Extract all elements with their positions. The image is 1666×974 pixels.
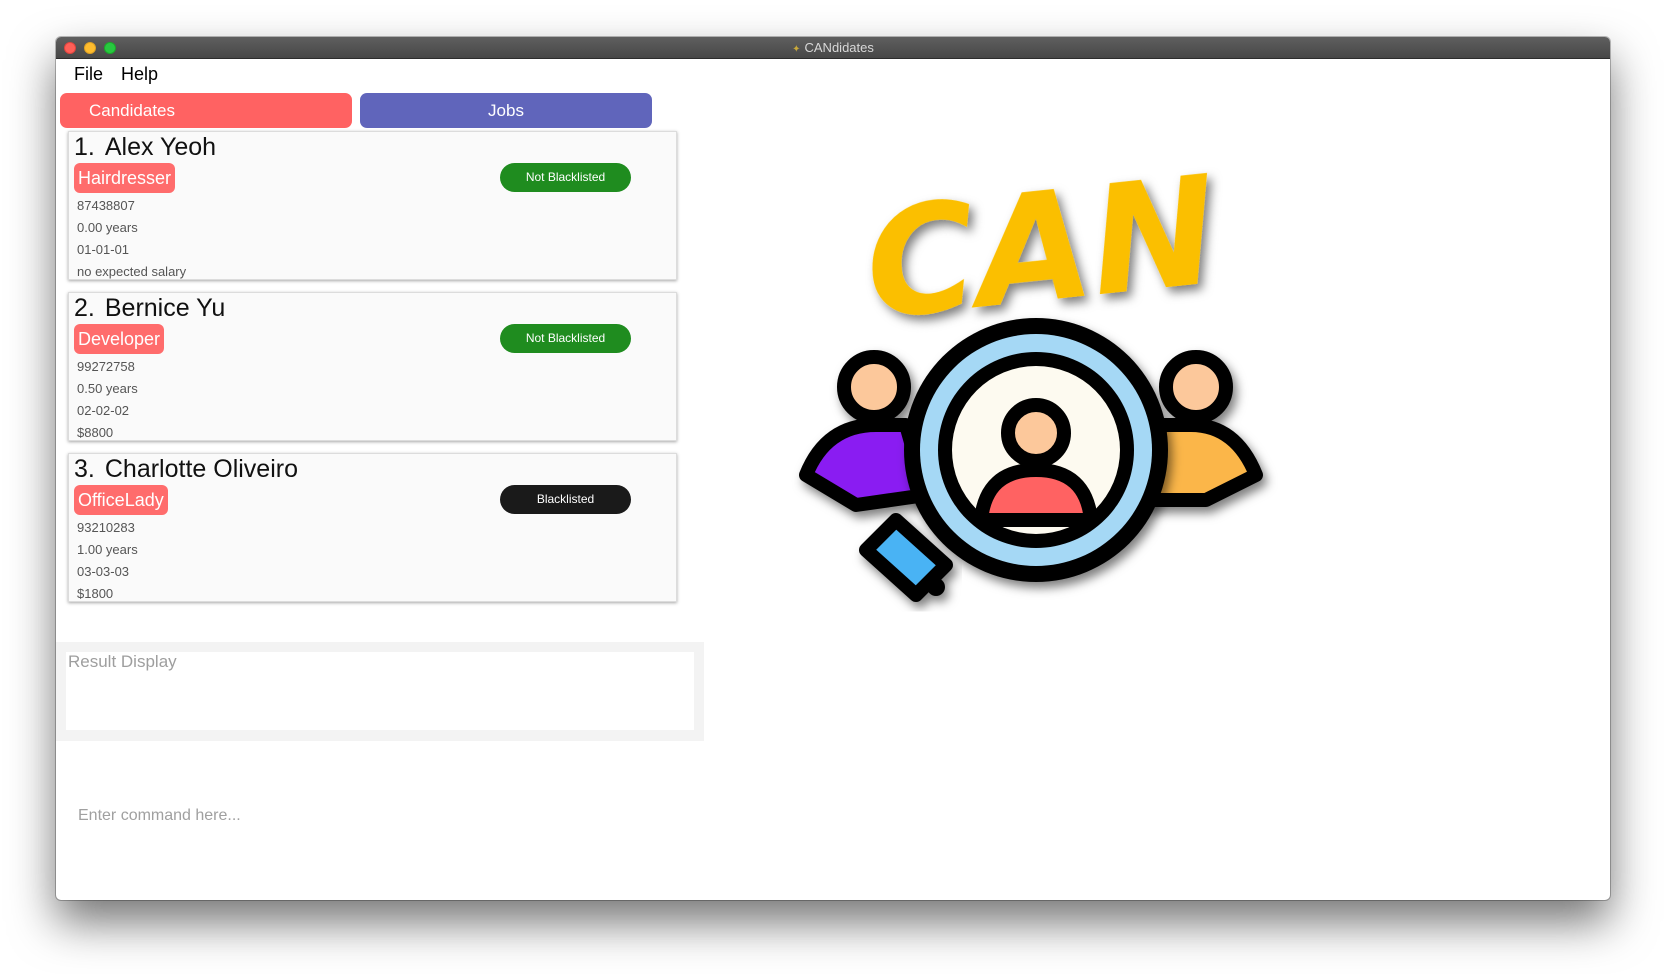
candidate-card[interactable]: 2. Bernice Yu Developer 99272758 0.50 yea… <box>68 292 677 441</box>
candidate-salary: no expected salary <box>77 264 187 279</box>
window-title: ✦ CANdidates <box>56 40 1610 55</box>
tab-candidates[interactable]: Candidates <box>60 93 352 128</box>
candidate-phone: 93210283 <box>77 520 135 535</box>
tab-jobs[interactable]: Jobs <box>360 93 652 128</box>
candidate-experience: 0.00 years <box>77 220 138 235</box>
magnifier-icon <box>904 318 1168 582</box>
candidate-date: 03-03-03 <box>77 564 130 579</box>
candidate-name-text: Bernice Yu <box>104 294 226 322</box>
blacklist-status-badge: Blacklisted <box>500 485 631 514</box>
blacklist-status-badge: Not Blacklisted <box>500 324 631 353</box>
candidate-index: 2. <box>74 294 95 322</box>
result-display-panel: Result Display <box>56 642 704 741</box>
candidate-date: 02-02-02 <box>77 403 130 418</box>
candidate-experience: 0.50 years <box>77 381 138 396</box>
candidate-phone: 87438807 <box>77 198 135 213</box>
title-bar: ✦ CANdidates <box>56 37 1610 59</box>
app-logo-icon: ✦ <box>792 44 801 55</box>
candidate-index: 3. <box>74 455 95 483</box>
candidate-name-text: Charlotte Oliveiro <box>104 455 298 483</box>
candidate-salary: $1800 <box>77 586 114 601</box>
app-window: ✦ CANdidates File Help Candidates Jobs 1.… <box>56 37 1610 900</box>
candidate-name-text: Alex Yeoh <box>104 133 217 161</box>
blacklist-status-badge: Not Blacklisted <box>500 163 631 192</box>
result-display-placeholder: Result Display <box>68 652 177 671</box>
candidate-name: 2. Bernice Yu <box>74 294 225 323</box>
app-logo-icon: CAN <box>799 144 1263 602</box>
job-tag: Developer <box>74 324 165 354</box>
candidate-card[interactable]: 3. Charlotte Oliveiro OfficeLady 93210283… <box>68 453 677 602</box>
candidate-date: 01-01-01 <box>77 242 130 257</box>
job-tag: Hairdresser <box>74 163 176 193</box>
candidate-salary: $8800 <box>77 425 114 440</box>
window-title-text: CANdidates <box>804 40 874 55</box>
candidate-experience: 1.00 years <box>77 542 138 557</box>
candidate-name: 1. Alex Yeoh <box>74 133 216 162</box>
menu-file[interactable]: File <box>74 64 103 85</box>
candidate-index: 1. <box>74 133 95 161</box>
candidate-phone: 99272758 <box>77 359 135 374</box>
result-display[interactable]: Result Display <box>66 652 694 730</box>
job-tag: OfficeLady <box>74 485 168 515</box>
menu-help[interactable]: Help <box>121 64 158 85</box>
candidate-name: 3. Charlotte Oliveiro <box>74 455 298 484</box>
menu-bar: File Help <box>74 64 158 85</box>
command-input[interactable]: Enter command here... <box>78 807 241 825</box>
candidate-card[interactable]: 1. Alex Yeoh Hairdresser 87438807 0.00 ye… <box>68 131 677 280</box>
